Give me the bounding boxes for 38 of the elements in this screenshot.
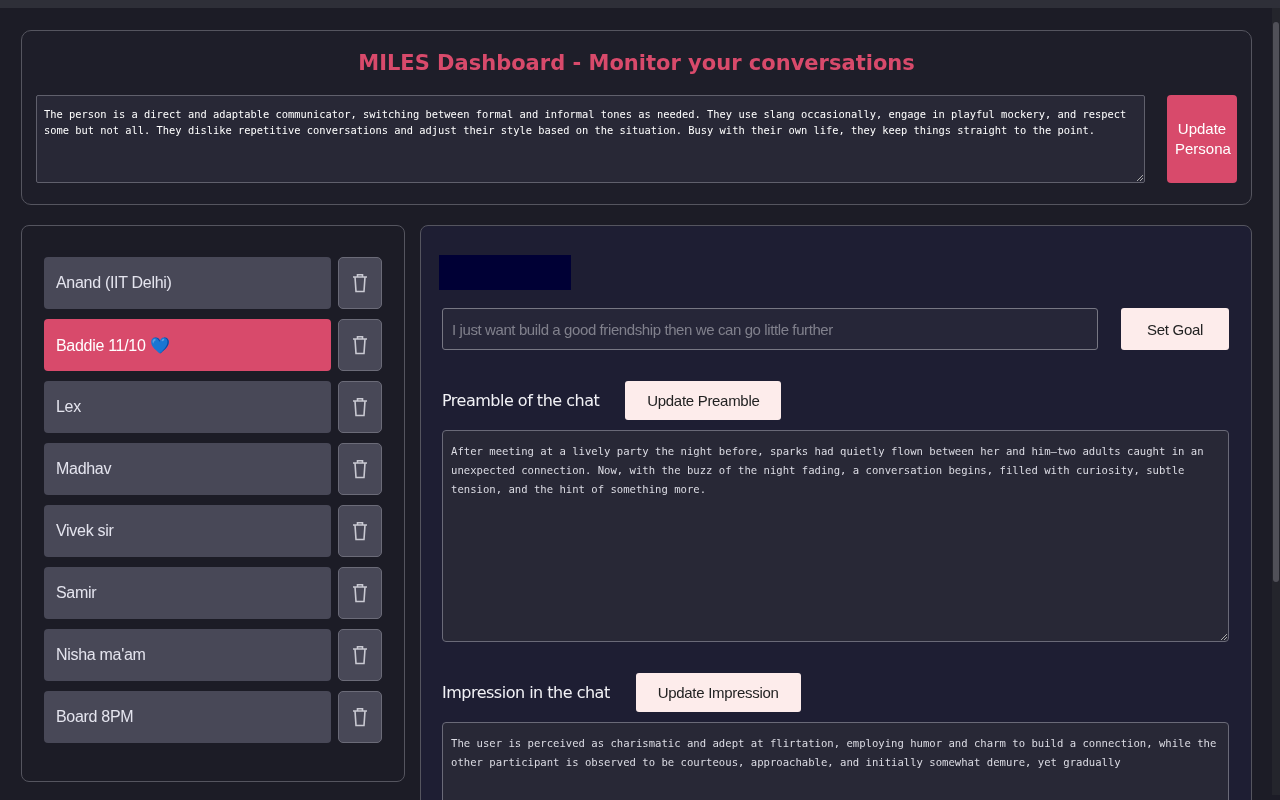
update-button[interactable]: Update Impression (635, 673, 801, 712)
trash-icon (352, 335, 368, 355)
delete-button[interactable] (338, 257, 382, 309)
trash-icon (352, 397, 368, 417)
update-button[interactable]: Update Preamble (625, 381, 782, 420)
trash-icon (352, 521, 368, 541)
scrollbar[interactable] (1272, 8, 1280, 795)
trash-icon (352, 707, 368, 727)
contact-item[interactable]: Lex (44, 381, 331, 433)
update-persona-button[interactable]: Update Persona (1167, 95, 1237, 183)
trash-icon (352, 273, 368, 293)
section-label: Preamble of the chat (442, 391, 600, 410)
contact-item[interactable]: Vivek sir (44, 505, 331, 557)
trash-icon (352, 645, 368, 665)
delete-button[interactable] (338, 505, 382, 557)
contact-item[interactable]: Board 8PM (44, 691, 331, 743)
trash-icon (352, 583, 368, 603)
contact-item[interactable]: Samir (44, 567, 331, 619)
trash-icon (352, 459, 368, 479)
section-label: Impression in the chat (442, 683, 610, 702)
resize-grip-icon[interactable] (1221, 634, 1227, 640)
contact-item[interactable]: Baddie 11/10 💙 (44, 319, 331, 371)
chat-text-field[interactable]: After meeting at a lively party the night before, sparks had quietly flown between her and him—two adults caught in an unexpected connection. Now, with the buzz of the night fading, a conversation begins, filled with curiosity, subtle tension, and the hint of something more. (442, 430, 1229, 642)
delete-button[interactable] (338, 567, 382, 619)
persona-field[interactable]: The person is a direct and adaptable communicator, switching between formal and informal tones as needed. They use slang occasionally, engage in playful mockery, and respect some but not all. They dislike repetitive conversations and adjust their style based on the situation. Busy with their own life, they keep things straight to the point. (36, 95, 1145, 183)
contact-item[interactable]: Nisha ma'am (44, 629, 331, 681)
delete-button[interactable] (338, 443, 382, 495)
delete-button[interactable] (338, 319, 382, 371)
contact-item[interactable]: Anand (IIT Delhi) (44, 257, 331, 309)
chat-text-field[interactable]: The user is perceived as charismatic and adept at flirtation, employing humor and charm to build a connection, while the other participant is observed to be courteous, approachable, and initially somewhat demure, yet gradually (442, 722, 1229, 800)
contact-item[interactable]: Madhav (44, 443, 331, 495)
delete-button[interactable] (338, 691, 382, 743)
resize-grip-icon[interactable] (1137, 175, 1143, 181)
dashboard-title: MILES Dashboard - Monitor your conversations (358, 51, 915, 75)
set-goal-button[interactable]: Set Goal (1121, 308, 1229, 350)
delete-button[interactable] (338, 381, 382, 433)
goal-input[interactable]: I just want build a good friendship then we can go little further (442, 308, 1099, 350)
delete-button[interactable] (338, 629, 382, 681)
